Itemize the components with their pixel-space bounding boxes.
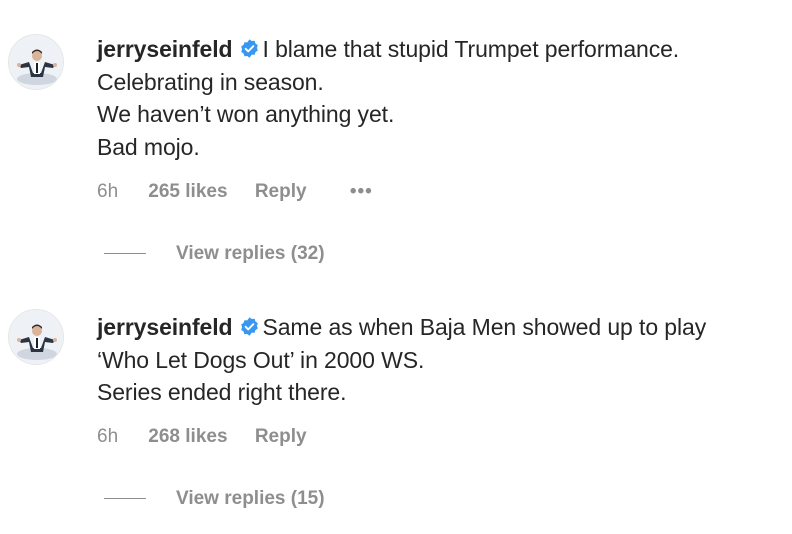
view-replies-button[interactable]: View replies (32): [104, 243, 325, 265]
comment-text-line: ‘Who Let Dogs Out’ in 2000 WS.: [97, 346, 425, 373]
comment-first-line: jerryseinfeld Same as when Baja Men showe…: [97, 311, 786, 344]
comment-body: jerryseinfeld I blame that stupid Trumpet…: [97, 33, 786, 163]
comment-text: I blame that stupid Trumpet performance.: [262, 36, 680, 62]
reply-button[interactable]: Reply: [255, 181, 307, 203]
divider-line: [104, 498, 146, 500]
comment-meta: 6h 265 likes Reply •••: [97, 181, 373, 203]
reply-button[interactable]: Reply: [255, 426, 307, 448]
comment-text-line: Celebrating in season.: [97, 68, 324, 95]
more-options-icon[interactable]: •••: [350, 181, 373, 203]
divider-line: [104, 253, 146, 255]
view-replies-button[interactable]: View replies (15): [104, 488, 325, 510]
view-replies-label: View replies (15): [176, 488, 325, 509]
timestamp: 6h: [97, 426, 119, 447]
comment-body: jerryseinfeld Same as when Baja Men showe…: [97, 311, 786, 409]
avatar-image: [9, 310, 63, 364]
username-link[interactable]: jerryseinfeld: [97, 36, 233, 62]
avatar[interactable]: [8, 309, 64, 365]
comment-meta: 6h 268 likes Reply: [97, 426, 345, 448]
timestamp: 6h: [97, 181, 119, 202]
comment-text-line: Series ended right there.: [97, 379, 347, 405]
comment-first-line: jerryseinfeld I blame that stupid Trumpet…: [97, 33, 786, 66]
likes-count[interactable]: 265 likes: [148, 181, 227, 203]
comment-text-line: We haven’t won anything yet.: [97, 101, 395, 127]
comment-text: Same as when Baja Men showed up to play: [262, 314, 707, 340]
avatar[interactable]: [8, 34, 64, 90]
username-link[interactable]: jerryseinfeld: [97, 314, 233, 340]
verified-badge-icon: [239, 35, 260, 58]
verified-badge-icon: [239, 313, 260, 336]
comment-text-line: Bad mojo.: [97, 133, 200, 160]
avatar-image: [9, 35, 63, 89]
likes-count[interactable]: 268 likes: [148, 426, 227, 448]
view-replies-label: View replies (32): [176, 243, 325, 264]
